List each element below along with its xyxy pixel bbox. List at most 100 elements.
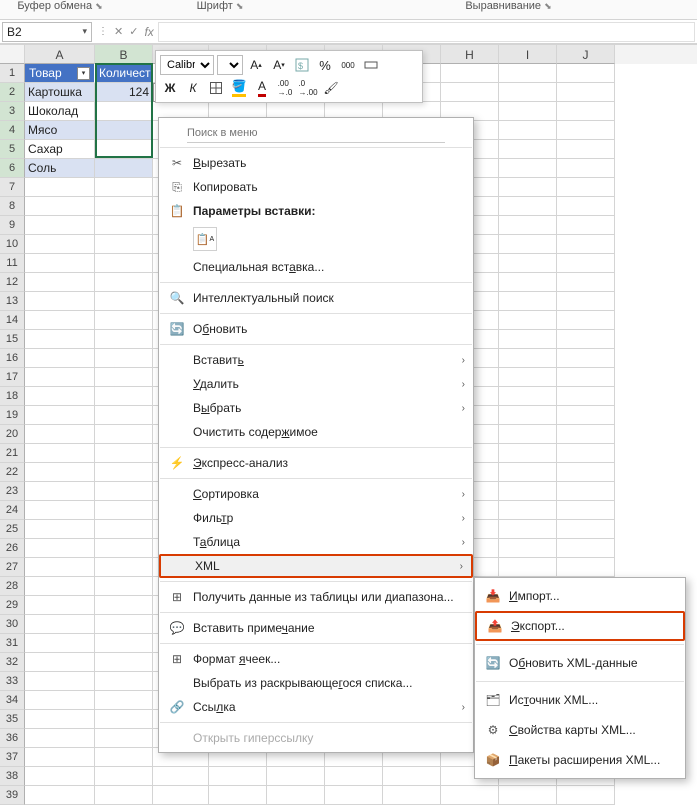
increase-font-icon[interactable]: A▴	[246, 55, 266, 75]
cell[interactable]	[25, 406, 95, 425]
cell[interactable]	[557, 330, 615, 349]
cell[interactable]	[557, 539, 615, 558]
fill-color-icon[interactable]: 🪣	[229, 78, 249, 98]
cell[interactable]	[25, 558, 95, 577]
filter-item[interactable]: Фильтр›	[159, 506, 473, 530]
row-header[interactable]: 3	[0, 102, 25, 121]
cell[interactable]	[95, 634, 153, 653]
delete-item[interactable]: Удалить›	[159, 372, 473, 396]
cell[interactable]	[95, 710, 153, 729]
borders-icon[interactable]	[206, 78, 226, 98]
cell[interactable]	[25, 596, 95, 615]
row-header[interactable]: 5	[0, 140, 25, 159]
cell[interactable]	[557, 197, 615, 216]
confirm-icon[interactable]: ✓	[129, 25, 138, 38]
pick-from-list-item[interactable]: Выбрать из раскрывающегося списка...	[159, 671, 473, 695]
cell[interactable]	[25, 444, 95, 463]
cell[interactable]	[95, 539, 153, 558]
cell[interactable]	[153, 767, 209, 786]
row-header[interactable]: 4	[0, 121, 25, 140]
font-size-select[interactable]: 11	[217, 55, 243, 75]
cell[interactable]	[499, 786, 557, 805]
cell[interactable]	[95, 406, 153, 425]
row-header[interactable]: 32	[0, 653, 25, 672]
comma-format-icon[interactable]: 000	[338, 55, 358, 75]
cell[interactable]	[499, 501, 557, 520]
cell[interactable]	[209, 786, 267, 805]
cell[interactable]	[499, 520, 557, 539]
cell[interactable]	[95, 786, 153, 805]
xml-import-item[interactable]: 📥Импорт...	[475, 581, 685, 611]
cell[interactable]	[25, 273, 95, 292]
cancel-icon[interactable]: ✕	[114, 25, 123, 38]
menu-search[interactable]	[187, 124, 445, 143]
cell[interactable]	[95, 178, 153, 197]
copy-item[interactable]: ⎘Копировать	[159, 175, 473, 199]
cell[interactable]	[25, 748, 95, 767]
cell[interactable]	[95, 748, 153, 767]
cell[interactable]	[557, 387, 615, 406]
row-header[interactable]: 21	[0, 444, 25, 463]
sort-item[interactable]: Сортировка›	[159, 482, 473, 506]
row-header[interactable]: 7	[0, 178, 25, 197]
cell[interactable]	[557, 311, 615, 330]
row-header[interactable]: 20	[0, 425, 25, 444]
cell[interactable]	[499, 330, 557, 349]
cell[interactable]	[25, 520, 95, 539]
cell[interactable]	[95, 463, 153, 482]
cell[interactable]	[557, 216, 615, 235]
cell[interactable]	[557, 178, 615, 197]
row-header[interactable]: 38	[0, 767, 25, 786]
cell[interactable]	[95, 311, 153, 330]
row-header[interactable]: 29	[0, 596, 25, 615]
cell[interactable]	[95, 482, 153, 501]
row-header[interactable]: 31	[0, 634, 25, 653]
select-item[interactable]: Выбрать›	[159, 396, 473, 420]
row-header[interactable]: 34	[0, 691, 25, 710]
row-header[interactable]: 10	[0, 235, 25, 254]
cell[interactable]	[325, 767, 383, 786]
insert-item[interactable]: Вставить›	[159, 348, 473, 372]
cell[interactable]	[499, 292, 557, 311]
cell[interactable]	[95, 102, 153, 121]
cell[interactable]	[95, 425, 153, 444]
font-name-select[interactable]: Calibri	[160, 55, 214, 75]
merge-center-icon[interactable]	[361, 55, 381, 75]
smart-lookup-item[interactable]: 🔍Интеллектуальный поиск	[159, 286, 473, 310]
cell[interactable]	[499, 539, 557, 558]
row-header[interactable]: 14	[0, 311, 25, 330]
cell[interactable]	[557, 368, 615, 387]
cell[interactable]	[25, 729, 95, 748]
cell[interactable]	[267, 767, 325, 786]
xml-item[interactable]: XML›	[159, 554, 473, 578]
cell[interactable]	[499, 216, 557, 235]
col-header-a[interactable]: A	[25, 45, 95, 64]
cell[interactable]	[267, 786, 325, 805]
cell[interactable]	[95, 159, 153, 178]
cell[interactable]	[95, 121, 153, 140]
cell[interactable]	[25, 691, 95, 710]
cell[interactable]	[25, 425, 95, 444]
percent-format-icon[interactable]: %	[315, 55, 335, 75]
cell[interactable]	[25, 178, 95, 197]
cell[interactable]	[557, 235, 615, 254]
cell[interactable]	[25, 463, 95, 482]
cell[interactable]	[557, 482, 615, 501]
row-header[interactable]: 19	[0, 406, 25, 425]
row-header[interactable]: 11	[0, 254, 25, 273]
refresh-item[interactable]: 🔄Обновить	[159, 317, 473, 341]
cell[interactable]: Соль	[25, 159, 95, 178]
cell[interactable]	[325, 786, 383, 805]
cell[interactable]	[25, 292, 95, 311]
cell[interactable]	[499, 254, 557, 273]
cell[interactable]	[25, 767, 95, 786]
cell[interactable]	[209, 767, 267, 786]
cell[interactable]	[557, 406, 615, 425]
cell[interactable]	[25, 615, 95, 634]
format-painter-icon[interactable]: 🖌	[321, 78, 341, 98]
row-header[interactable]: 36	[0, 729, 25, 748]
cell[interactable]	[557, 501, 615, 520]
cell[interactable]	[557, 463, 615, 482]
row-header[interactable]: 18	[0, 387, 25, 406]
cell[interactable]	[557, 558, 615, 577]
